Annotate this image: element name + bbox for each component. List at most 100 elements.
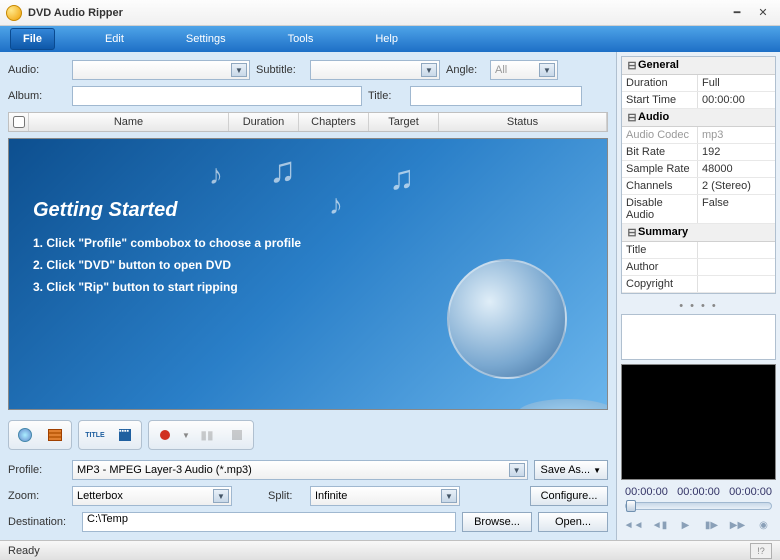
splitter-handle[interactable]: • • • • — [617, 298, 780, 314]
prop-channels: Channels — [622, 178, 698, 194]
app-title: DVD Audio Ripper — [28, 7, 722, 19]
zoom-combo[interactable]: Letterbox▼ — [72, 486, 232, 506]
chevron-down-icon: ▼ — [421, 63, 437, 77]
time-total: 00:00:00 — [677, 486, 720, 498]
step-back-button[interactable]: ◄▮ — [651, 518, 669, 534]
subtitle-label: Subtitle: — [256, 64, 304, 76]
angle-combo[interactable]: All▼ — [490, 60, 558, 80]
open-dvd-button[interactable] — [11, 423, 39, 447]
title-button[interactable]: TITLE — [81, 423, 109, 447]
close-button[interactable]: ✕ — [752, 4, 774, 22]
step-fwd-button[interactable]: ▮▶ — [703, 518, 721, 534]
prop-codec: Audio Codec — [622, 127, 698, 143]
menu-tools[interactable]: Tools — [276, 29, 326, 49]
angle-label: Angle: — [446, 64, 484, 76]
play-button[interactable]: ▶ — [677, 518, 695, 534]
table-header: Name Duration Chapters Target Status — [8, 112, 608, 132]
disc-icon — [18, 428, 32, 442]
action-toolbar: TITLE ▪▪▪▪ ▼ ▮▮ — [8, 416, 608, 454]
chevron-down-icon[interactable]: ▼ — [181, 423, 191, 447]
saveas-button[interactable]: Save As...▼ — [534, 460, 608, 480]
split-value: Infinite — [315, 490, 347, 502]
collapse-icon[interactable]: ⊟ — [626, 111, 638, 124]
time-display: 00:00:00 00:00:00 00:00:00 — [617, 484, 780, 500]
properties-grid: ⊟General DurationFull Start Time00:00:00… — [621, 56, 776, 294]
open-file-button[interactable] — [41, 423, 69, 447]
subtitle-combo[interactable]: ▼ — [310, 60, 440, 80]
menu-settings[interactable]: Settings — [174, 29, 238, 49]
title-input[interactable] — [410, 86, 582, 106]
statusbar: Ready !? — [0, 540, 780, 560]
snapshot-button[interactable]: ◉ — [755, 518, 773, 534]
speaker-illustration — [447, 259, 567, 379]
slider-thumb[interactable] — [626, 500, 636, 512]
col-chapters[interactable]: Chapters — [299, 113, 369, 131]
col-duration[interactable]: Duration — [229, 113, 299, 131]
section-summary[interactable]: ⊟Summary — [622, 224, 775, 242]
collapse-icon[interactable]: ⊟ — [626, 226, 638, 239]
audio-label: Audio: — [8, 64, 66, 76]
profile-combo[interactable]: MP3 - MPEG Layer-3 Audio (*.mp3) ▼ — [72, 460, 528, 480]
step-1: 1. Click "Profile" combobox to choose a … — [33, 236, 583, 250]
time-remaining: 00:00:00 — [729, 486, 772, 498]
col-name[interactable]: Name — [29, 113, 229, 131]
title-icon: TITLE — [85, 432, 104, 439]
rip-button[interactable] — [151, 423, 179, 447]
chevron-down-icon: ▼ — [441, 489, 457, 503]
chapter-button[interactable]: ▪▪▪▪ — [111, 423, 139, 447]
minimize-button[interactable]: ━ — [726, 4, 748, 22]
banner-heading: Getting Started — [33, 199, 583, 222]
profile-value: MP3 - MPEG Layer-3 Audio (*.mp3) — [77, 464, 252, 476]
split-combo[interactable]: Infinite ▼ — [310, 486, 460, 506]
disc-illustration — [517, 399, 608, 410]
titlebar: DVD Audio Ripper ━ ✕ — [0, 0, 780, 26]
prop-author: Author — [622, 259, 698, 275]
prop-title: Title — [622, 242, 698, 258]
status-help-icon[interactable]: !? — [750, 543, 772, 559]
configure-button[interactable]: Configure... — [530, 486, 608, 506]
destination-input[interactable]: C:\Temp — [82, 512, 456, 532]
section-general[interactable]: ⊟General — [622, 57, 775, 75]
pause-icon: ▮▮ — [200, 428, 213, 442]
prop-disable: Disable Audio — [622, 195, 698, 223]
col-target[interactable]: Target — [369, 113, 439, 131]
prop-samplerate: Sample Rate — [622, 161, 698, 177]
menubar: File Edit Settings Tools Help — [0, 26, 780, 52]
open-button[interactable]: Open... — [538, 512, 608, 532]
seek-slider[interactable] — [625, 502, 772, 510]
chevron-down-icon: ▼ — [509, 463, 525, 477]
prop-duration: Duration — [622, 75, 698, 91]
chevron-down-icon: ▼ — [539, 63, 555, 77]
browse-button[interactable]: Browse... — [462, 512, 532, 532]
chevron-down-icon: ▼ — [593, 466, 601, 475]
pause-button: ▮▮ — [193, 423, 221, 447]
menu-help[interactable]: Help — [363, 29, 410, 49]
audio-combo[interactable]: ▼ — [72, 60, 250, 80]
album-input[interactable] — [72, 86, 362, 106]
split-label: Split: — [268, 490, 304, 502]
prev-button[interactable]: ◄◄ — [625, 518, 643, 534]
record-icon — [160, 430, 170, 440]
player-controls: ◄◄ ◄▮ ▶ ▮▶ ▶▶ ◉ — [617, 512, 780, 540]
section-audio[interactable]: ⊟Audio — [622, 109, 775, 127]
col-status[interactable]: Status — [439, 113, 607, 131]
zoom-value: Letterbox — [77, 490, 123, 502]
description-pane — [621, 314, 776, 360]
zoom-label: Zoom: — [8, 490, 66, 502]
profile-label: Profile: — [8, 464, 66, 476]
menu-edit[interactable]: Edit — [93, 29, 136, 49]
prop-copyright: Copyright — [622, 276, 698, 292]
prop-starttime: Start Time — [622, 92, 698, 108]
grid-icon: ▪▪▪▪ — [119, 429, 131, 441]
collapse-icon[interactable]: ⊟ — [626, 59, 638, 72]
next-button[interactable]: ▶▶ — [729, 518, 747, 534]
video-preview — [621, 364, 776, 480]
status-text: Ready — [8, 545, 746, 557]
app-icon — [6, 5, 22, 21]
album-label: Album: — [8, 90, 66, 102]
chevron-down-icon: ▼ — [231, 63, 247, 77]
stop-icon — [232, 430, 242, 440]
menu-file[interactable]: File — [10, 28, 55, 50]
checkbox-all[interactable] — [9, 113, 29, 131]
destination-label: Destination: — [8, 516, 76, 528]
